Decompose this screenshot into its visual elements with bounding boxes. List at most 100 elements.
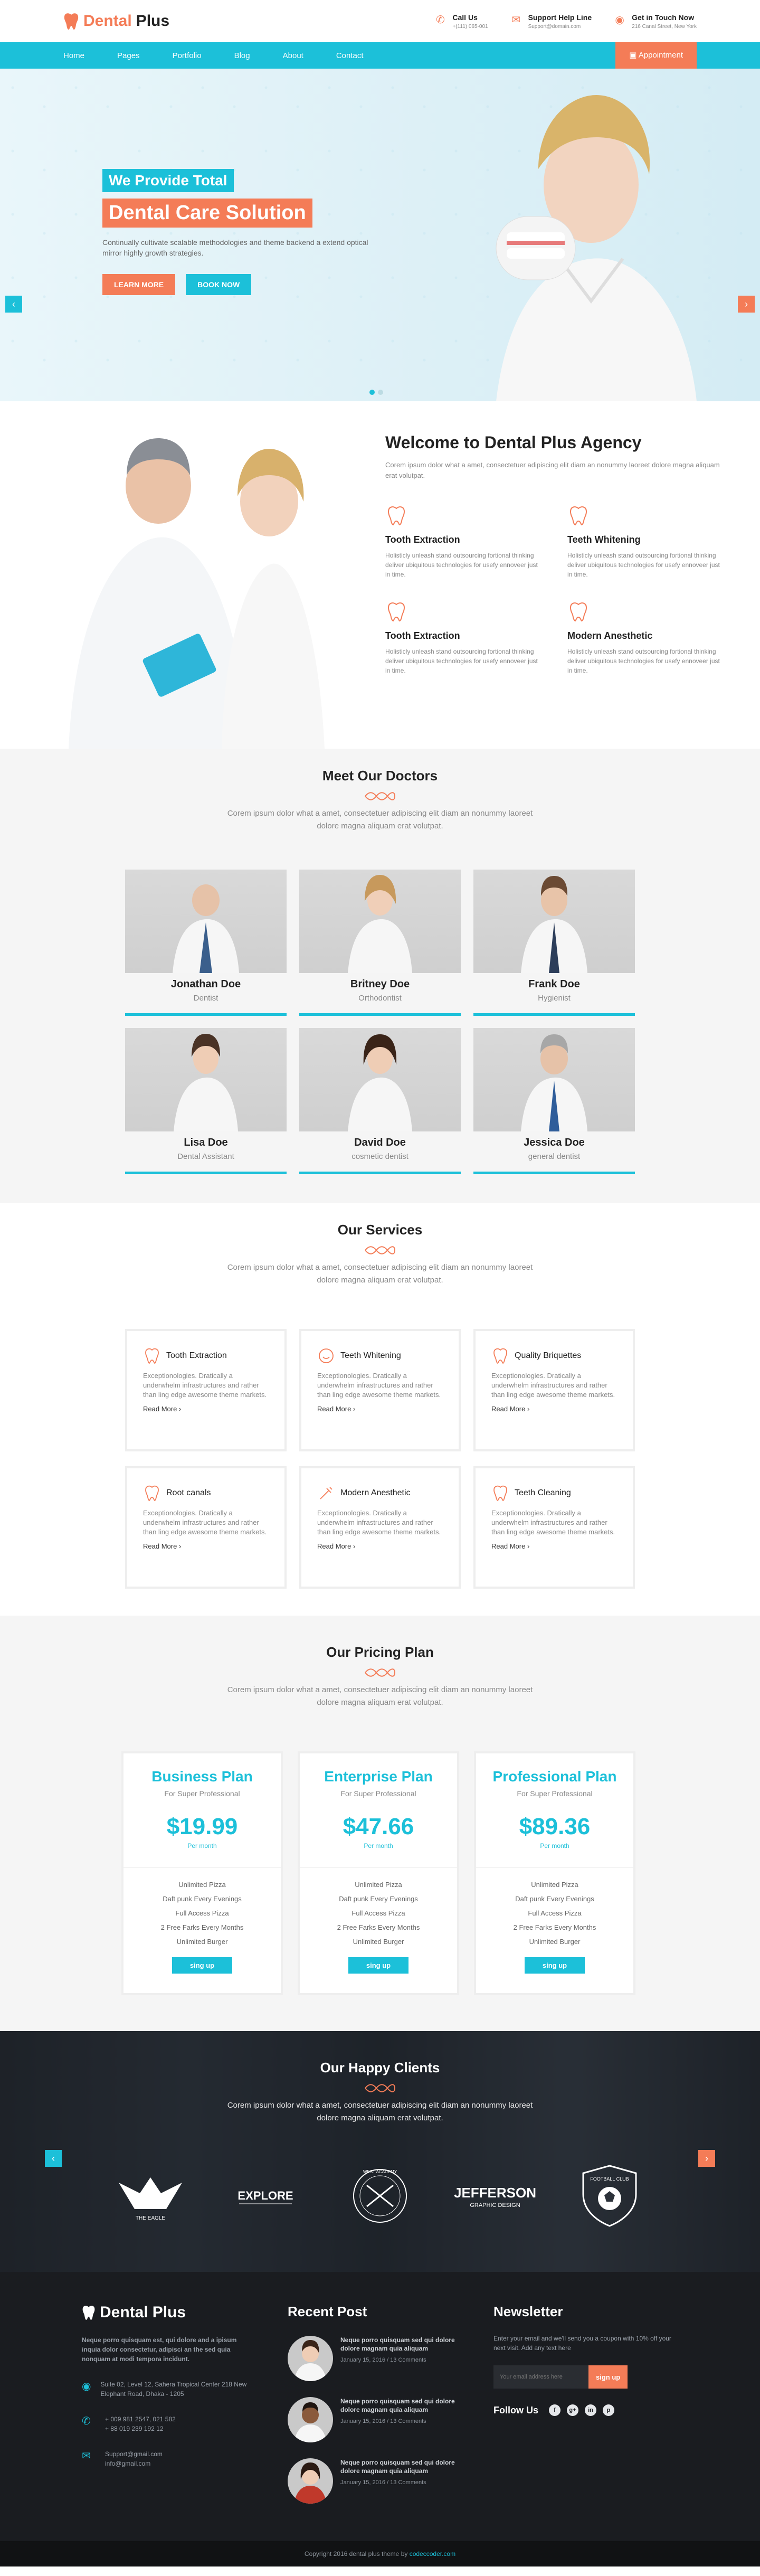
post-title: Neque porro quisquam sed qui dolore dolo… [340,2459,455,2475]
plan-feature: Daft punk Every Evenings [515,1895,594,1903]
slider-dot[interactable] [378,390,383,395]
copyright-link[interactable]: codeccoder.com [410,2550,455,2558]
section-title: Our Happy Clients [320,2060,440,2075]
footer-address-text: Suite 02, Level 12, Sahera Tropical Cent… [100,2381,247,2398]
plan-signup-button[interactable]: sing up [172,1957,233,1974]
learn-more-button[interactable]: LEARN MORE [102,274,176,295]
recent-post-item[interactable]: Neque porro quisquam sed qui dolore dolo… [288,2336,462,2381]
service-card[interactable]: Teeth Whitening Exceptionologies. Dratic… [299,1329,461,1451]
nav-home[interactable]: Home [63,51,84,60]
plan-feature: Daft punk Every Evenings [339,1895,418,1903]
recent-post-item[interactable]: Neque porro quisquam sed qui dolore dolo… [288,2458,462,2504]
client-logo-text: FOOTBALL CLUB [590,2176,629,2182]
pinterest-icon[interactable]: p [603,2404,614,2416]
book-now-button[interactable]: BOOK NOW [186,274,252,295]
plan-signup-button[interactable]: sing up [348,1957,409,1974]
appointment-label: Appointment [638,51,683,60]
doctor-card[interactable]: Britney Doe Orthodontist [299,870,461,1016]
doctor-card[interactable]: Frank Doe Hygienist [473,870,635,1016]
plan-signup-button[interactable]: sing up [524,1957,585,1974]
feature-title: Tooth Extraction [385,534,460,545]
contact-sub: Support@domain.com [528,23,581,30]
plan-feature: Unlimited Pizza [178,1881,226,1889]
read-more-link[interactable]: Read More › [491,1542,618,1550]
slider-dot[interactable] [369,390,375,395]
service-desc: Exceptionologies. Dratically a underwhel… [491,1372,615,1399]
doctor-photo [473,870,635,973]
plan-feature: 2 Free Farks Every Months [513,1923,596,1931]
chevron-right-icon: › [178,1405,182,1413]
client-logo-west[interactable]: WEST ACADEMY [338,2162,422,2230]
clients-next-button[interactable]: › [698,2150,715,2167]
read-more-link[interactable]: Read More › [143,1405,270,1413]
hero-description: Continually cultivate scalable methodolo… [102,238,368,257]
footer-about-column: Dental Plus Neque porro quisquam est, qui… [82,2304,256,2504]
client-logo-jefferson[interactable]: JEFFERSON GRAPHIC DESIGN [453,2162,537,2230]
recent-post-item[interactable]: Neque porro quisquam sed qui dolore dolo… [288,2397,462,2442]
clients-prev-button[interactable]: ‹ [45,2150,62,2167]
read-more-link[interactable]: Read More › [317,1542,444,1550]
dna-divider-icon [365,792,395,800]
service-card[interactable]: Quality Briquettes Exceptionologies. Dra… [473,1329,635,1451]
top-bar: Dental Plus ✆ Call Us +(111) 065-001 ✉ Su… [0,0,760,42]
service-card[interactable]: Modern Anesthetic Exceptionologies. Drat… [299,1466,461,1589]
service-card[interactable]: Root canals Exceptionologies. Dratically… [125,1466,287,1589]
footer-email: ✉ Support@gmail.com info@gmail.com [82,2449,256,2468]
nav-about[interactable]: About [283,51,303,60]
doctor-card[interactable]: Jonathan Doe Dentist [125,870,287,1016]
feature-item: Modern Anesthetic Holisticly unleash sta… [567,600,723,675]
doctors-section: Meet Our Doctors Corem ipsum dolor what … [0,749,760,1203]
linkedin-icon[interactable]: in [585,2404,596,2416]
read-more-link[interactable]: Read More › [317,1405,444,1413]
google-plus-icon[interactable]: g+ [567,2404,578,2416]
section-lead: Corem ipsum dolor what a amet, consectet… [227,1263,533,1285]
chevron-left-icon: ‹ [52,2153,55,2164]
copyright-text: Copyright 2016 dental plus theme by [304,2550,410,2558]
nav-blog[interactable]: Blog [234,51,250,60]
plan-name: Business Plan [151,1768,253,1785]
facebook-icon[interactable]: f [549,2404,560,2416]
nav-portfolio[interactable]: Portfolio [173,51,202,60]
footer-logo[interactable]: Dental Plus [82,2304,256,2322]
doctor-card[interactable]: Jessica Doe general dentist [473,1028,635,1174]
newsletter-email-input[interactable] [493,2365,588,2389]
tooth-icon [387,602,405,622]
nav-pages[interactable]: Pages [117,51,140,60]
client-logo-explore[interactable]: EXPLORE [223,2162,308,2230]
phone-icon: ✆ [82,2415,91,2427]
read-more-link[interactable]: Read More › [491,1405,618,1413]
nav-contact[interactable]: Contact [336,51,364,60]
service-card[interactable]: Teeth Cleaning Exceptionologies. Dratica… [473,1466,635,1589]
client-logo-football[interactable]: FOOTBALL CLUB [567,2162,652,2230]
doctor-photo [473,1028,635,1131]
client-logo-eagle[interactable]: THE EAGLE [108,2162,193,2230]
slider-dots [369,390,383,395]
syringe-icon [320,1487,332,1499]
plan-feature: 2 Free Farks Every Months [337,1923,420,1931]
doctor-card[interactable]: David Doe cosmetic dentist [299,1028,461,1174]
card-accent-bar [473,1013,635,1016]
slider-prev-button[interactable]: ‹ [5,296,22,313]
appointment-button[interactable]: ▣ Appointment [615,42,697,69]
read-more-link[interactable]: Read More › [143,1542,270,1550]
logo[interactable]: Dental Plus [63,12,169,30]
doctor-role: Dentist [193,994,218,1003]
section-title: Our Services [337,1222,423,1238]
service-card[interactable]: Tooth Extraction Exceptionologies. Drati… [125,1329,287,1451]
doctor-card[interactable]: Lisa Doe Dental Assistant [125,1028,287,1174]
feature-desc: Holisticly unleash stand outsourcing for… [385,552,538,578]
read-more-label: Read More [143,1405,177,1413]
client-logo-text: THE EAGLE [136,2215,165,2221]
dna-divider-icon [365,1246,395,1254]
dna-divider-icon [365,2084,395,2092]
newsletter-signup-button[interactable]: sign up [588,2365,628,2389]
slider-next-button[interactable]: › [738,296,755,313]
hero-slider: We Provide Total Dental Care Solution Co… [0,69,760,401]
feature-item: Teeth Whitening Holisticly unleash stand… [567,504,723,579]
logo-text-1: Dental [83,12,132,30]
calendar-icon: ▣ [629,51,639,60]
main-nav: Home Pages Portfolio Blog About Contact … [0,42,760,69]
card-accent-bar [299,1172,461,1174]
read-more-label: Read More [317,1542,352,1550]
chevron-right-icon: › [353,1405,356,1413]
